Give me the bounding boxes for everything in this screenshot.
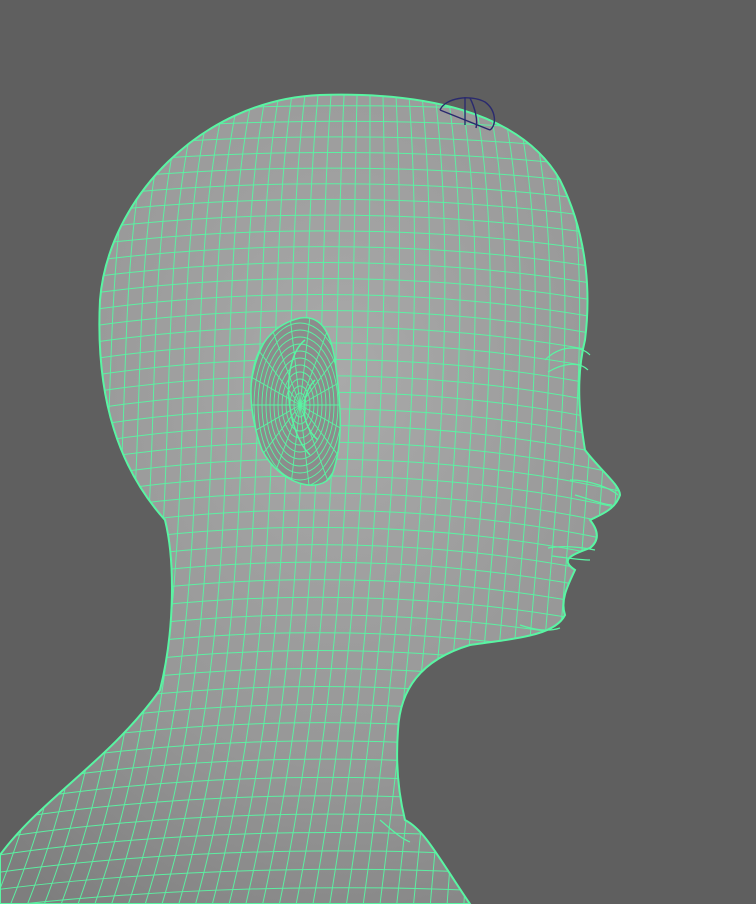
viewport-canvas[interactable]	[0, 0, 756, 904]
head-mesh[interactable]	[0, 80, 652, 904]
3d-viewport[interactable]	[0, 0, 756, 904]
wireframe-edge	[617, 94, 620, 904]
